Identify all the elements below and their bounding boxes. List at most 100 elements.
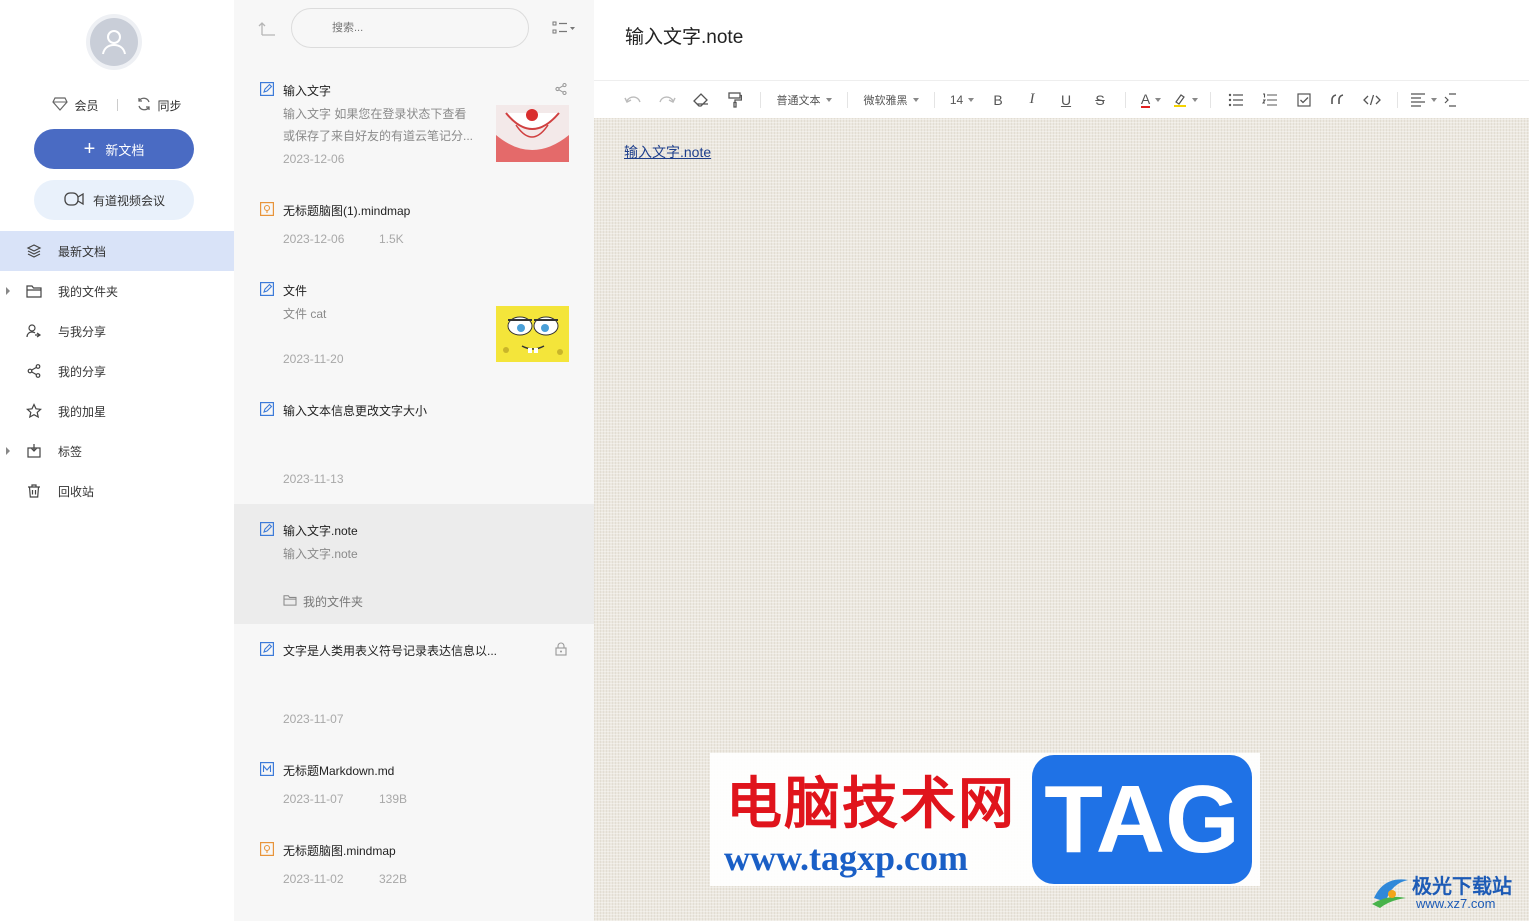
note-date: 2023-11-02 xyxy=(283,872,344,886)
sidebar-item-recent[interactable]: 最新文档 xyxy=(0,231,234,271)
redo-icon xyxy=(659,95,676,103)
list-view-toggle-icon[interactable] xyxy=(552,20,576,41)
document-title[interactable]: 输入文字.note xyxy=(625,22,743,49)
strikethrough-icon: S xyxy=(1095,91,1105,108)
folder-icon xyxy=(283,594,297,609)
clear-format-button[interactable] xyxy=(684,86,718,114)
code-button[interactable] xyxy=(1355,86,1389,114)
font-family-dropdown[interactable]: 微软雅黑 xyxy=(856,86,926,114)
font-family-value: 微软雅黑 xyxy=(863,94,908,107)
sidebar-item-label: 标签 xyxy=(58,444,83,459)
note-thumbnail xyxy=(496,105,569,162)
note-snippet: 输入文字 如果您在登录状态下查看或保存了来自好友的有道云笔记分... xyxy=(283,107,474,143)
divider xyxy=(116,99,118,111)
expand-caret-icon[interactable] xyxy=(6,287,10,295)
note-list-item[interactable]: 无标题脑图(1).mindmap 2023-12-06 1.5K xyxy=(234,190,594,270)
note-list-item[interactable]: 无标题Markdown.md 2023-11-07 139B xyxy=(234,750,594,830)
indent-button[interactable] xyxy=(1440,86,1460,114)
note-title: 无标题Markdown.md xyxy=(283,764,395,778)
note-list-item[interactable]: 输入文本信息更改文字大小 2023-11-13 xyxy=(234,390,594,504)
sidebar-item-my-folder[interactable]: 我的文件夹 xyxy=(0,271,234,311)
highlighter-icon xyxy=(1173,93,1186,107)
search-input[interactable] xyxy=(291,8,529,48)
note-date: 2023-11-13 xyxy=(283,472,344,486)
note-list-item[interactable]: 文字是人类用表义符号记录表达信息以... 2023-11-07 xyxy=(234,630,594,750)
italic-button[interactable]: I xyxy=(1015,86,1049,114)
chevron-down-icon xyxy=(1155,97,1162,102)
toolbar-divider xyxy=(847,91,848,108)
sidebar: 会员 同步 + 新文档 有道视频会议 最新文档 我的文件夹 与我分享 我的分享 … xyxy=(0,0,234,921)
sidebar-item-label: 我的文件夹 xyxy=(58,284,119,299)
underline-icon: U xyxy=(1060,91,1072,108)
toolbar-divider xyxy=(1397,91,1398,108)
note-list-item[interactable]: 无标题脑图.mindmap 2023-11-02 322B xyxy=(234,830,594,910)
member-label: 会员 xyxy=(74,98,99,113)
video-meeting-button[interactable]: 有道视频会议 xyxy=(34,180,194,220)
font-size-dropdown[interactable]: 14 xyxy=(943,86,981,114)
note-date: 2023-11-20 xyxy=(283,352,344,366)
note-title: 文字是人类用表义符号记录表达信息以... xyxy=(283,644,498,658)
note-list-item[interactable]: 文件 文件 cat 2023-11-20 xyxy=(234,270,594,390)
sidebar-item-my-shares[interactable]: 我的分享 xyxy=(0,351,234,391)
underline-button[interactable]: U xyxy=(1049,86,1083,114)
share-icon[interactable] xyxy=(554,82,568,101)
sidebar-item-tags[interactable]: 标签 xyxy=(0,431,234,471)
new-document-label: 新文档 xyxy=(105,142,145,158)
note-icon xyxy=(260,82,275,101)
indent-icon xyxy=(1444,92,1456,107)
quote-icon xyxy=(1331,93,1344,104)
paragraph-style-dropdown[interactable]: 普通文本 xyxy=(769,86,839,114)
numbered-list-icon xyxy=(1262,92,1277,106)
note-title: 文件 xyxy=(283,284,308,298)
undo-button[interactable] xyxy=(616,86,650,114)
strikethrough-button[interactable]: S xyxy=(1083,86,1117,114)
redo-button[interactable] xyxy=(650,86,684,114)
note-icon xyxy=(260,522,275,541)
note-thumbnail xyxy=(496,306,569,362)
toolbar-divider xyxy=(1210,91,1211,108)
aurora-logo-icon xyxy=(1370,872,1412,915)
format-painter-icon xyxy=(728,91,742,108)
avatar[interactable] xyxy=(86,14,142,70)
bold-button[interactable]: B xyxy=(981,86,1015,114)
sidebar-item-starred[interactable]: 我的加星 xyxy=(0,391,234,431)
chevron-down-icon xyxy=(1430,97,1437,102)
mindmap-icon xyxy=(260,202,275,221)
member-button[interactable]: 会员 xyxy=(52,96,99,114)
align-button[interactable] xyxy=(1406,86,1440,114)
diamond-icon xyxy=(52,96,69,114)
watermark-url-text: www.tagxp.com xyxy=(724,838,968,878)
note-title: 输入文字.note xyxy=(283,524,358,538)
note-title: 无标题脑图(1).mindmap xyxy=(283,204,411,218)
quote-button[interactable] xyxy=(1321,86,1355,114)
folder-icon xyxy=(26,283,42,299)
bullet-list-button[interactable] xyxy=(1219,86,1253,114)
watermark-tag-logo: TAG xyxy=(1032,755,1252,884)
sync-label: 同步 xyxy=(157,98,182,113)
highlight-button[interactable] xyxy=(1168,86,1202,114)
document-body-text[interactable]: 输入文字.note xyxy=(624,142,711,162)
sync-button[interactable]: 同步 xyxy=(136,96,182,115)
note-list-item-selected[interactable]: 输入文字.note 输入文字.note 我的文件夹 xyxy=(234,504,594,624)
expand-caret-icon[interactable] xyxy=(6,447,10,455)
sidebar-item-shared-with-me[interactable]: 与我分享 xyxy=(0,311,234,351)
note-snippet: 输入文字.note xyxy=(283,547,358,561)
editor-toolbar: 普通文本 微软雅黑 14 B I U S A xyxy=(594,80,1529,118)
note-date: 2023-12-06 xyxy=(283,152,345,166)
go-up-icon[interactable] xyxy=(258,20,276,41)
checklist-button[interactable] xyxy=(1287,86,1321,114)
layers-icon xyxy=(26,243,42,259)
new-document-button[interactable]: + 新文档 xyxy=(34,129,194,169)
numbered-list-button[interactable] xyxy=(1253,86,1287,114)
chevron-down-icon xyxy=(968,97,975,102)
font-color-button[interactable]: A xyxy=(1134,86,1168,114)
note-list-item[interactable]: 输入文字 输入文字 如果您在登录状态下查看或保存了来自好友的有道云笔记分... … xyxy=(234,70,594,190)
sidebar-item-trash[interactable]: 回收站 xyxy=(0,471,234,511)
undo-icon xyxy=(624,95,641,103)
sync-icon xyxy=(136,96,152,115)
format-painter-button[interactable] xyxy=(718,86,752,114)
tag-icon xyxy=(26,443,42,459)
member-sync-row: 会员 同步 xyxy=(0,94,234,116)
sidebar-item-label: 我的加星 xyxy=(58,404,107,419)
note-size: 139B xyxy=(379,792,408,806)
